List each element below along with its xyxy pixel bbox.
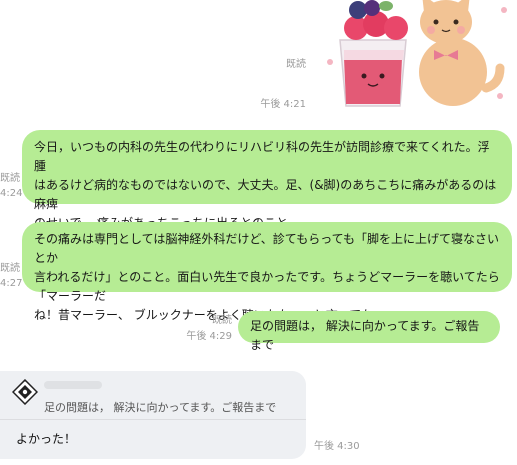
- read-status: 既読: [212, 315, 232, 326]
- quoted-message[interactable]: 足の問題は， 解決に向かってます。ご報告まで: [44, 399, 276, 415]
- message-time-clipped: 4:27: [0, 278, 23, 289]
- quote-divider: [0, 419, 306, 420]
- message-line: はあるけど病的なものではないので、大丈夫。足、(&脚)のあちこちに痛みがあるのは…: [34, 178, 497, 211]
- avatar-diamond-icon: [12, 379, 38, 405]
- message-bubble[interactable]: 今日，いつもの内科の先生の代わりにリハビリ科の先生が訪問診療で来てくれた。浮腫 …: [22, 130, 512, 230]
- reply-text: よかった！: [16, 432, 77, 446]
- sender-name-redacted: [44, 381, 102, 389]
- received-message-bubble[interactable]: 足の問題は， 解決に向かってます。ご報告まで よかった！: [0, 371, 306, 459]
- message-bubble[interactable]: その痛みは専門としては脳神経外科だけど、診てもらっても「脚を上に上げて寝なさいと…: [22, 222, 512, 322]
- read-status-clipped: 既読: [0, 173, 20, 184]
- message-text: 足の問題は， 解決に向かってます。ご報告まで: [250, 319, 480, 352]
- message-line: その痛みは専門としては脳神経外科だけど、診てもらっても「脚を上に上げて寝なさいと…: [34, 232, 500, 265]
- message-time-clipped: 4:24: [0, 188, 23, 199]
- message-time: 午後 4:29: [186, 331, 232, 342]
- message-line: 言われるだけ」とのこと。面白い先生で良かったです。ちょうどマーラーを聴いてたら「…: [34, 270, 500, 303]
- read-status-clipped: 既読: [0, 263, 20, 274]
- read-status: 既読: [286, 59, 306, 70]
- sticker-image: [327, 0, 507, 107]
- message-bubble[interactable]: 足の問題は， 解決に向かってます。ご報告まで: [238, 311, 500, 352]
- message-time: 午後 4:30: [314, 441, 360, 452]
- message-line: 今日，いつもの内科の先生の代わりにリハビリ科の先生が訪問診療で来てくれた。浮腫: [34, 140, 490, 173]
- message-time: 午後 4:21: [260, 99, 306, 110]
